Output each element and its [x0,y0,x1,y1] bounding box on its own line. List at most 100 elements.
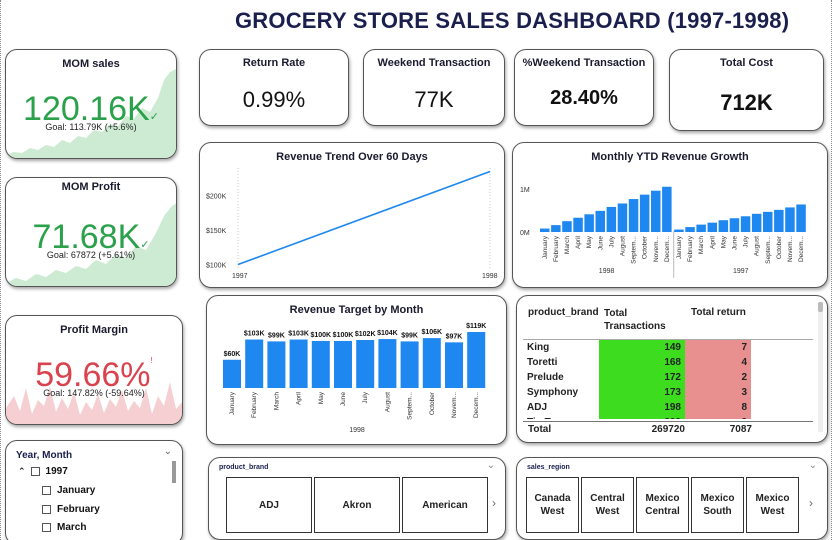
return-rate-title: Return Rate [242,57,306,69]
brand-table-header-transactions[interactable]: Total Transactions [604,307,674,333]
return-rate-value: 0.99% [242,87,306,112]
brand-table-total-row: Total 269720 7087 [523,421,813,437]
returns-cell: 4 [685,355,751,370]
chevron-down-icon[interactable]: ⌄ [487,460,495,471]
x-tick-label: April [575,235,582,249]
brand-table-header-returns[interactable]: Total return [691,307,746,318]
x-tick-label: August [754,236,761,256]
region-slicer-item[interactable]: Mexico Central [636,477,689,533]
mom-sales-card[interactable]: MOM sales 120.16K✓ Goal: 113.79K (+5.6%) [5,49,177,159]
table-row[interactable]: Symphony 173 3 [523,385,813,400]
brand-table: King 149 7 Toretti 168 4 Prelude 172 2 Symphony 17… [523,340,813,419]
region-slicer-item[interactable]: Mexico South [691,477,744,533]
brand-slicer-title: product_brand [219,464,269,471]
bar [606,206,617,232]
x-tick-label: February [251,391,258,418]
x-tick-label: October [642,235,649,259]
brand-table-header-brand[interactable]: product_brand [528,307,599,318]
month-label: March [57,522,87,533]
x-tick-label: January [229,391,236,415]
total-cost-value: 712K [720,90,773,115]
x-tick-label: February [687,235,694,262]
weekend-transaction-value: 77K [414,87,454,112]
region-slicer-item[interactable]: Canada West [526,477,579,533]
total-cost-card[interactable]: Total Cost 712K [669,49,824,131]
bar [707,222,717,232]
brand-slicer-card[interactable]: product_brand ⌄ ADJ Akron American › [208,457,506,540]
chevron-down-icon[interactable]: ⌄ [809,460,817,471]
data-label: $103K [288,331,309,338]
revenue-target-card[interactable]: Revenue Target by Month $60K January $103K… [206,295,507,445]
x-tick-label: Decem... [664,236,671,262]
bar [584,214,594,232]
brand-cell: King [527,342,550,353]
y-tick-label: $150K [206,228,227,235]
group-label: 1998 [599,268,615,275]
bar [378,339,397,388]
transactions-cell: 173 [599,385,685,400]
brand-cell: Prelude [527,372,564,383]
profit-margin-goal: Goal: 147.82% (-59.64%) [43,388,145,398]
month-checkbox[interactable] [42,485,51,495]
x-tick-label: Decem... [473,392,480,418]
x-tick-label: May [720,235,727,248]
mom-sales-title: MOM sales [62,58,120,70]
table-scrollbar[interactable] [818,302,823,432]
date-slicer-scrollbar[interactable] [172,461,176,483]
bar [573,217,583,232]
x-tick-label: March [698,236,705,254]
x-tick-label: June [340,392,347,406]
chevron-down-icon[interactable]: ⌄ [164,446,172,457]
month-checkbox[interactable] [42,504,51,514]
profit-margin-card[interactable]: Profit Margin 59.66%! Goal: 147.82% (-59… [5,315,183,425]
brand-slicer-item[interactable]: ADJ [226,477,312,533]
revenue-target-chart: $60K January $103K February $99K March $103K Ap… [223,323,486,434]
bar [639,194,650,232]
tree-row-month-3[interactable]: March [42,522,86,533]
pct-weekend-transaction-card[interactable]: %Weekend Transaction 28.40% [514,49,654,126]
region-slicer-card[interactable]: sales_region ⌄ Canada West Central West … [516,457,828,540]
returns-cell: 9 [685,415,751,419]
month-label: February [57,504,100,515]
expand-collapse-icon[interactable]: ⌃ [18,466,26,476]
return-rate-card[interactable]: Return Rate 0.99% [199,49,349,126]
table-row[interactable]: ADJ 198 8 [523,400,813,415]
chevron-right-icon[interactable]: › [492,496,496,510]
total-label: Total [528,424,552,435]
x-tick-label: October [429,391,436,415]
region-slicer-item[interactable]: Central West [581,477,634,533]
region-slicer-item[interactable]: Mexico West [746,477,799,533]
data-label: $106K [421,329,442,336]
pct-weekend-transaction-value: 28.40% [550,87,618,109]
dashboard-title: GROCERY STORE SALES DASHBOARD (1997-1998… [235,8,790,33]
tree-row-year[interactable]: ⌃ 1997 [18,466,68,477]
mom-sales-goal: Goal: 113.79K (+5.6%) [45,122,137,132]
month-checkbox[interactable] [42,522,51,532]
tree-row-month-1[interactable]: January [42,485,95,496]
weekend-transaction-card[interactable]: Weekend Transaction 77K [363,49,505,126]
monthly-ytd-card[interactable]: Monthly YTD Revenue Growth 1M 0M January Fe… [512,142,828,288]
tree-row-month-2[interactable]: February [42,504,100,515]
region-slicer-title: sales_region [527,464,570,471]
brand-table-card[interactable]: product_brand Total Transactions Total r… [516,295,828,443]
mom-profit-card[interactable]: MOM Profit 71.68K✓ Goal: 67872 (+5.61%) [5,177,177,287]
bar [796,204,806,232]
date-slicer-card[interactable]: Year, Month ⌄ ⌃ 1997 January February Mar… [5,440,183,540]
table-row[interactable]: Prelude 172 2 [523,370,813,385]
table-row[interactable]: King 149 7 [523,340,813,355]
x-tick-label: February [553,235,560,262]
data-label: $97K [446,333,463,340]
brand-slicer-item[interactable]: American [402,477,488,533]
brand-slicer-item[interactable]: Akron [314,477,400,533]
table-row[interactable]: Tip Top2099 [523,415,813,419]
exclamation-mark-icon: ! [150,356,153,365]
data-label: $100K [333,332,354,339]
table-row[interactable]: Toretti 168 4 [523,355,813,370]
group-label: 1997 [733,268,749,275]
revenue-trend-card[interactable]: Revenue Trend Over 60 Days $100K $150K $20… [199,142,505,288]
chevron-right-icon[interactable]: › [809,496,813,510]
year-checkbox[interactable] [30,466,40,476]
bar [289,339,308,388]
data-label: $99K [268,332,285,339]
x-tick-label: July [743,235,750,247]
